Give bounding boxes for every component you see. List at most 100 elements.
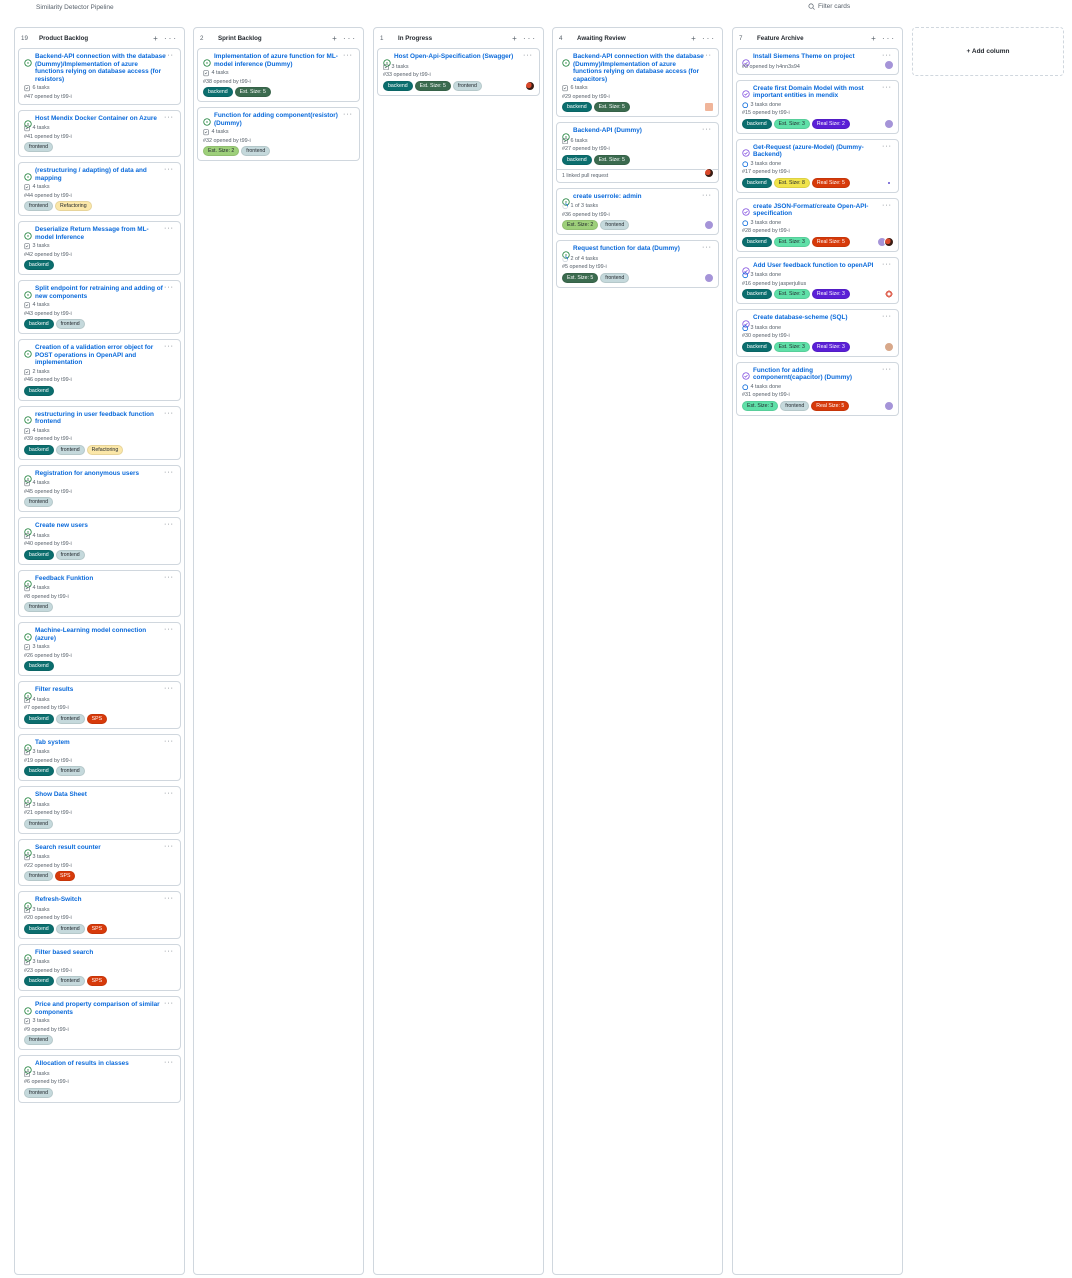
avatar[interactable]: [884, 289, 894, 299]
filter-input[interactable]: Filter cards: [818, 3, 850, 10]
issue-card[interactable]: Show Data Sheet ··· 3 tasks #21 opened by t…: [18, 786, 181, 834]
label-pill[interactable]: Real Size: 3: [811, 289, 850, 299]
label-pill[interactable]: backend: [24, 976, 54, 986]
kebab-icon[interactable]: ···: [702, 244, 712, 251]
issue-card[interactable]: Request function for data (Dummy) ··· 2 of…: [556, 240, 719, 288]
label-pill[interactable]: SPS: [86, 713, 108, 724]
label-pill[interactable]: frontend: [24, 201, 54, 211]
avatar[interactable]: [704, 272, 714, 283]
issue-card[interactable]: Get-Request (azure-Model) (Dummy-Backend…: [736, 138, 899, 193]
issue-title-link[interactable]: Install Siemens Theme on project: [753, 53, 894, 61]
avatar[interactable]: [884, 236, 894, 247]
issue-card[interactable]: Backend-API connection with the database…: [18, 48, 181, 105]
label-pill[interactable]: frontend: [55, 549, 85, 560]
kebab-icon[interactable]: ···: [882, 366, 892, 373]
issue-card[interactable]: Backend-API (Dummy) ··· 6 tasks #27 opened …: [556, 122, 719, 183]
label-pill[interactable]: backend: [203, 87, 233, 97]
label-pill[interactable]: Est. Size: 5: [562, 272, 599, 283]
avatar[interactable]: [884, 59, 894, 70]
label-pill[interactable]: frontend: [55, 976, 85, 986]
issue-card[interactable]: Registration for anonymous users ··· 4 tas…: [18, 464, 181, 512]
label-pill[interactable]: frontend: [780, 400, 810, 411]
label-pill[interactable]: frontend: [55, 319, 85, 329]
label-pill[interactable]: backend: [24, 549, 54, 560]
kebab-icon[interactable]: ···: [164, 114, 174, 121]
avatar[interactable]: [704, 102, 714, 112]
avatar[interactable]: [884, 400, 894, 411]
issue-card[interactable]: Implementation of azure function for ML-…: [197, 48, 360, 102]
kebab-icon[interactable]: ···: [164, 685, 174, 692]
label-pill[interactable]: frontend: [24, 1087, 54, 1098]
label-pill[interactable]: Est. Size: 2: [562, 220, 599, 230]
label-pill[interactable]: Refactoring: [55, 201, 92, 211]
issue-card[interactable]: restructuring in user feedback function …: [18, 405, 181, 460]
kebab-icon[interactable]: ···: [164, 790, 174, 797]
issue-title-link[interactable]: Creation of a validation error object fo…: [35, 344, 176, 367]
label-pill[interactable]: SPS: [86, 923, 108, 934]
label-pill[interactable]: Real Size: 2: [811, 118, 850, 129]
column-actions[interactable]: + ···: [153, 34, 178, 43]
issue-card[interactable]: Price and property comparison of similar…: [18, 996, 181, 1050]
kebab-icon[interactable]: ···: [164, 284, 174, 291]
label-pill[interactable]: backend: [24, 923, 54, 934]
issue-card[interactable]: Host Mendix Docker Container on Azure ···…: [18, 109, 181, 157]
kebab-icon[interactable]: ···: [164, 34, 178, 43]
label-pill[interactable]: backend: [742, 177, 772, 188]
issue-title-link[interactable]: Add User feedback function to openAPI: [753, 262, 894, 270]
column-actions[interactable]: + ···: [871, 34, 896, 43]
issue-title-link[interactable]: Split endpoint for retraining and adding…: [35, 285, 176, 300]
add-column-button[interactable]: + Add column: [912, 27, 1064, 76]
avatar[interactable]: [704, 220, 714, 230]
label-pill[interactable]: SPS: [55, 871, 76, 881]
plus-icon[interactable]: +: [153, 34, 160, 43]
label-pill[interactable]: backend: [24, 444, 54, 455]
issue-title-link[interactable]: Host Mendix Docker Container on Azure: [35, 115, 176, 123]
issue-title-link[interactable]: create userrole: admin: [573, 193, 714, 201]
label-pill[interactable]: Est. Size: 2: [203, 146, 240, 156]
label-pill[interactable]: Real Size: 5: [811, 177, 850, 188]
column-actions[interactable]: + ···: [512, 34, 537, 43]
label-pill[interactable]: frontend: [55, 713, 85, 724]
kebab-icon[interactable]: ···: [164, 626, 174, 633]
issue-card[interactable]: create JSON-Format/create Open-API-speci…: [736, 197, 899, 252]
label-pill[interactable]: frontend: [24, 1035, 54, 1045]
plus-icon[interactable]: +: [512, 34, 519, 43]
issue-card[interactable]: Creation of a validation error object fo…: [18, 339, 181, 401]
kebab-icon[interactable]: ···: [164, 738, 174, 745]
issue-card[interactable]: Tab system ··· 3 tasks #19 opened by t99-i b…: [18, 733, 181, 781]
avatar[interactable]: [884, 177, 894, 188]
label-pill[interactable]: Est. Size: 3: [773, 236, 810, 247]
label-pill[interactable]: frontend: [55, 444, 85, 455]
issue-title-link[interactable]: restructuring in user feedback function …: [35, 411, 176, 426]
issue-title-link[interactable]: Create new users: [35, 522, 176, 530]
column-actions[interactable]: + ···: [691, 34, 716, 43]
label-pill[interactable]: frontend: [600, 220, 630, 230]
label-pill[interactable]: Real Size: 5: [811, 400, 850, 411]
label-pill[interactable]: backend: [24, 661, 54, 671]
avatar[interactable]: [884, 118, 894, 129]
kebab-icon[interactable]: ···: [702, 126, 712, 133]
kebab-icon[interactable]: ···: [882, 52, 892, 59]
label-pill[interactable]: frontend: [24, 818, 54, 829]
label-pill[interactable]: backend: [742, 289, 772, 299]
issue-title-link[interactable]: Filter based search: [35, 949, 176, 957]
issue-card[interactable]: Add User feedback function to openAPI ···…: [736, 256, 899, 304]
kebab-icon[interactable]: ···: [702, 34, 716, 43]
linked-pull-request[interactable]: 1 linked pull request⌄: [557, 168, 718, 182]
avatar[interactable]: [525, 80, 535, 91]
issue-title-link[interactable]: Show Data Sheet: [35, 791, 176, 799]
issue-title-link[interactable]: Host Open-Api-Specification (Swagger): [394, 53, 535, 61]
issue-title-link[interactable]: Create database-scheme (SQL): [753, 314, 894, 322]
kebab-icon[interactable]: ···: [164, 52, 174, 59]
label-pill[interactable]: backend: [24, 319, 54, 329]
issue-title-link[interactable]: Registration for anonymous users: [35, 470, 176, 478]
plus-icon[interactable]: +: [332, 34, 339, 43]
label-pill[interactable]: Est. Size: 3: [773, 118, 810, 129]
kebab-icon[interactable]: ···: [164, 895, 174, 902]
label-pill[interactable]: Est. Size: 5: [234, 87, 271, 97]
issue-title-link[interactable]: Allocation of results in classes: [35, 1060, 176, 1068]
issue-card[interactable]: Refresh-Switch ··· 3 tasks #20 opened by t9…: [18, 891, 181, 939]
issue-title-link[interactable]: Backend-API (Dummy): [573, 127, 714, 135]
issue-title-link[interactable]: Price and property comparison of similar…: [35, 1001, 176, 1016]
issue-card[interactable]: Deserialize Return Message from ML-model…: [18, 221, 181, 275]
